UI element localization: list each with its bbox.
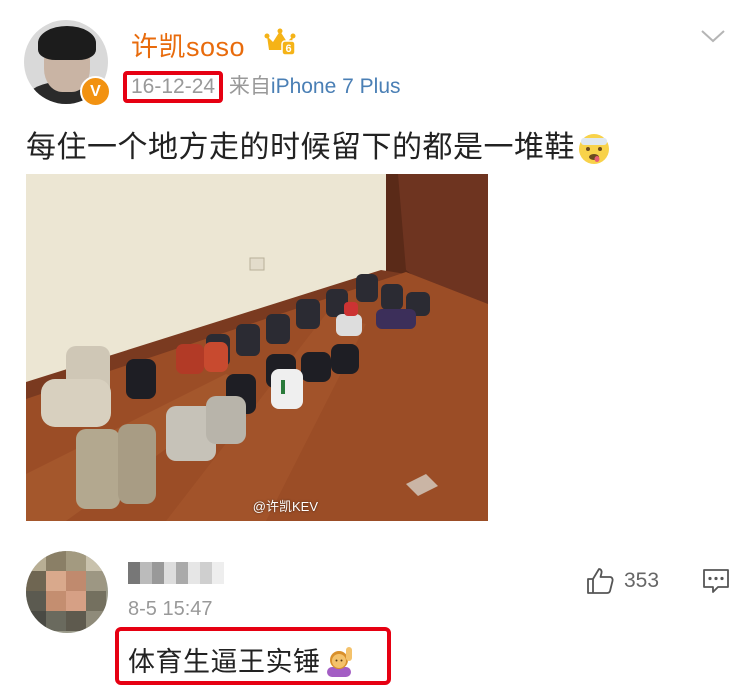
post-source-prefix: 来自 [228,75,271,98]
post-date: 16-12-24 [131,75,216,98]
crown-level-icon: 6 [264,28,296,56]
verified-badge-icon: V [80,76,111,107]
reply-comment-icon[interactable] [701,566,731,596]
comment-text-content: 体育生逼王实锤 [128,647,321,677]
commenter-name-pixelated[interactable] [128,560,224,586]
post-date-highlight: 16-12-24 [123,71,224,103]
crown-level-number: 6 [285,43,291,55]
post-photo[interactable]: @许凯KEV [26,174,488,521]
post-text-content: 每住一个地方走的时候留下的都是一堆鞋 [26,131,575,164]
post-device-link[interactable]: iPhone 7 Plus [271,75,401,98]
photo-watermark: @许凯KEV [252,499,318,514]
author-username[interactable]: 许凯soso [131,25,245,64]
commenter-avatar[interactable] [26,551,108,633]
like-count: 353 [624,569,660,592]
post-meta: 16-12-24 来自iPhone 7 Plus [123,70,401,103]
comment-text: 体育生逼王实锤 [128,640,355,679]
thumbs-up-icon[interactable] [585,566,615,596]
post-text: 每住一个地方走的时候留下的都是一堆鞋 [26,122,611,166]
sick-face-emoji-icon [579,134,609,165]
person-raising-hand-emoji-icon [326,647,352,677]
chevron-down-icon[interactable] [700,28,726,44]
comment-time: 8-5 15:47 [128,598,213,620]
